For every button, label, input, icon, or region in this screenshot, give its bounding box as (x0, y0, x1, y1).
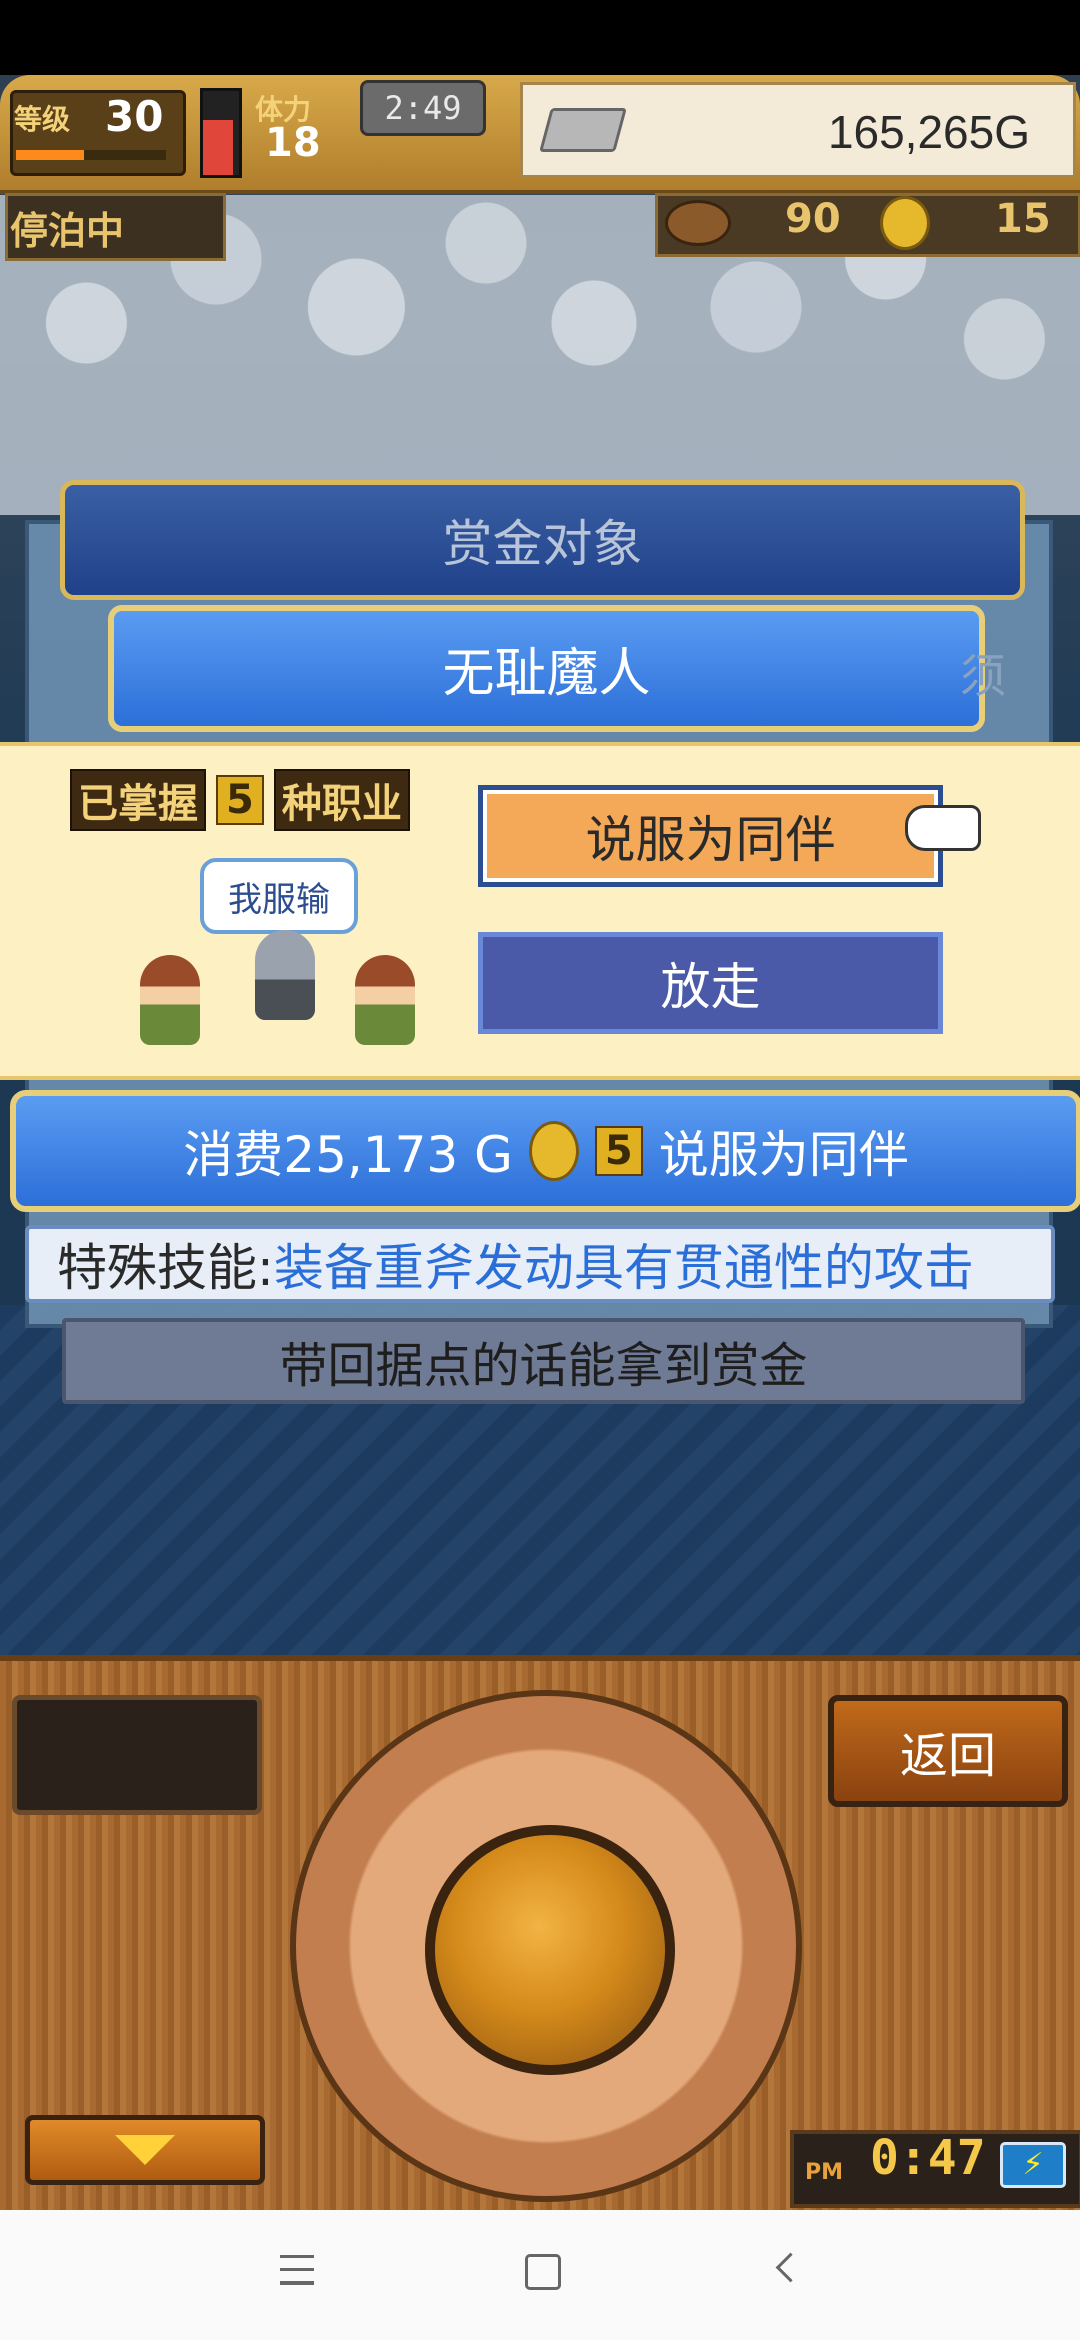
menu-icon[interactable] (280, 2255, 314, 2285)
gold-coin-icon (880, 196, 930, 250)
game-clock: 2:49 (360, 80, 486, 136)
hand-pointer-icon (905, 805, 981, 851)
special-skill: 特殊技能: 装备重斧发动具有贯通性的攻击 (25, 1225, 1055, 1303)
mastered-suffix: 种职业 (273, 769, 410, 831)
mini-screen (12, 1695, 262, 1815)
recruit-button[interactable]: 说服为同伴 (478, 785, 943, 887)
stamina-fill (203, 120, 233, 175)
level-label: 等级 (14, 103, 71, 136)
silver-ingot-icon (539, 108, 627, 152)
battery-icon: ⚡ (1000, 2142, 1066, 2188)
level-progress-bar (16, 150, 84, 160)
back-button[interactable]: 返回 (828, 1695, 1068, 1807)
bounty-character (255, 930, 315, 1020)
speech-bubble: 我服输 (200, 858, 358, 934)
confirm-button[interactable] (425, 1825, 675, 2075)
food-icon (665, 200, 731, 246)
recruit-cost-bar[interactable]: 消费25,173 G 5 说服为同伴 (10, 1090, 1080, 1212)
level-value: 30 (105, 92, 164, 141)
resource-2-value: 15 (995, 196, 1051, 242)
dock-status-label: 停泊中 (10, 209, 125, 253)
status-bar (0, 0, 1080, 75)
reward-note: 带回据点的话能拿到赏金 (62, 1318, 1025, 1404)
resource-1-value: 90 (785, 196, 841, 242)
mastered-prefix: 已掌握 (70, 769, 206, 831)
faded-side-text: 须 (960, 649, 1006, 703)
target-name: 无耻魔人 (108, 605, 985, 732)
home-icon[interactable] (525, 2254, 561, 2290)
time-value: 0:47 (870, 2130, 986, 2186)
cost-badge: 5 (594, 1126, 643, 1176)
gold-amount: 165,265G (827, 106, 1030, 158)
menu-toggle-button[interactable] (25, 2115, 265, 2185)
arrow-down-icon (115, 2135, 175, 2165)
mastered-jobs: 已掌握 5 种职业 (70, 769, 410, 831)
ally-character-right (355, 955, 415, 1045)
cost-action: 说服为同伴 (658, 1126, 909, 1184)
stamina-gauge (200, 88, 242, 178)
stamina-value: 18 (265, 120, 321, 166)
skill-label: 特殊技能: (57, 1239, 274, 1297)
gold-coin-icon (528, 1121, 579, 1181)
time-ampm: PM (805, 2160, 844, 2185)
mastered-count: 5 (216, 775, 264, 825)
cost-text: 消费25,173 G (183, 1126, 513, 1184)
skill-description: 装备重斧发动具有贯通性的攻击 (273, 1239, 974, 1297)
release-button[interactable]: 放走 (478, 932, 943, 1034)
bounty-title: 赏金对象 (60, 480, 1025, 600)
ally-character-left (140, 955, 200, 1045)
